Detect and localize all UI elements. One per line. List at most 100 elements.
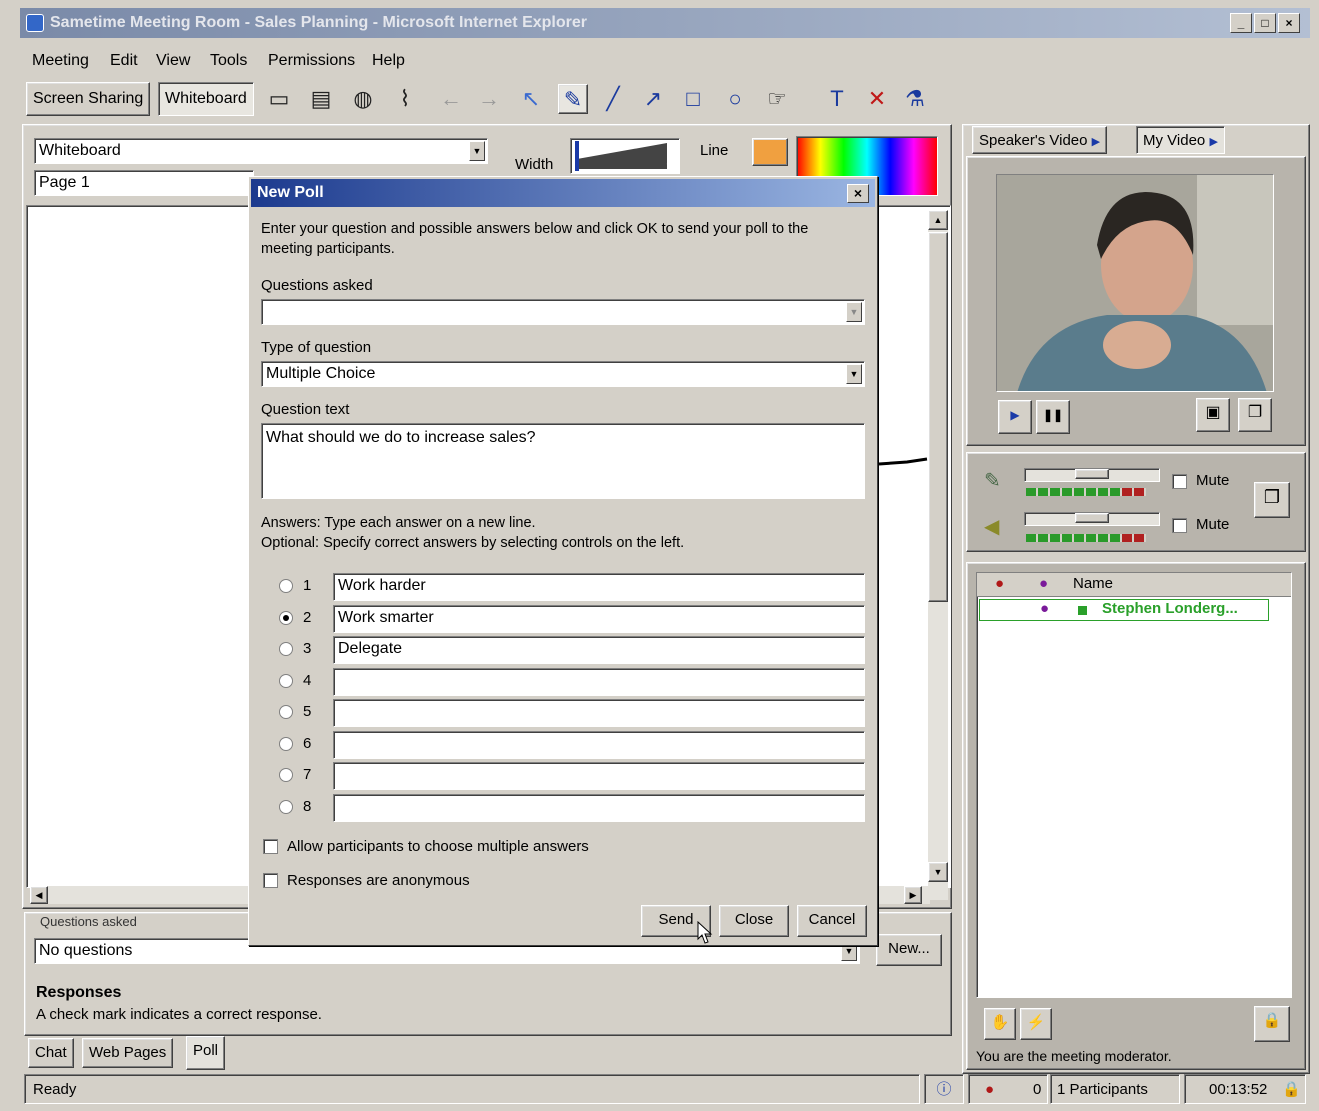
delete-icon[interactable]: ✕ xyxy=(862,84,892,114)
audio-wizard-icon[interactable]: ❐ xyxy=(1254,482,1290,518)
forward-arrow-icon[interactable]: → xyxy=(474,84,504,114)
answer-7-radio[interactable] xyxy=(279,768,293,782)
mute-all-icon[interactable]: ⚡ xyxy=(1020,1008,1052,1040)
tab-my-video[interactable]: My Video ▶ xyxy=(1136,126,1225,154)
menu-bar: Meeting Edit View Tools Permissions Help xyxy=(20,46,1310,76)
page-layout-icon[interactable]: ▤ xyxy=(306,84,336,114)
speaker-mute-checkbox[interactable] xyxy=(1172,518,1187,533)
raise-hand-button[interactable]: ✋ xyxy=(984,1008,1016,1040)
close-icon[interactable]: × xyxy=(847,184,869,203)
pause-button[interactable]: ❚❚ xyxy=(1036,400,1070,434)
mouse-cursor-icon xyxy=(697,921,713,944)
menu-help[interactable]: Help xyxy=(372,52,405,70)
scroll-up-icon[interactable]: ▲ xyxy=(928,210,948,230)
status-icon xyxy=(1078,606,1087,615)
minimize-button[interactable]: _ xyxy=(1230,13,1252,33)
menu-meeting[interactable]: Meeting xyxy=(32,52,89,70)
undock-video-icon[interactable]: ❐ xyxy=(1238,398,1272,432)
answer-2-input[interactable]: Work smarter xyxy=(333,604,865,633)
tab-speakers-video[interactable]: Speaker's Video ▶ xyxy=(972,126,1108,154)
answer-4-input[interactable] xyxy=(333,667,865,696)
answer-number: 6 xyxy=(303,734,312,752)
participant-row[interactable]: ● Stephen Londerg... xyxy=(979,599,1269,621)
vertical-scrollbar[interactable]: ▲ ▼ xyxy=(928,210,948,900)
globe-icon[interactable]: ◍ xyxy=(348,84,378,114)
close-window-button[interactable]: × xyxy=(1278,13,1300,33)
scroll-right-icon[interactable]: ▶ xyxy=(904,886,922,904)
tab-chat[interactable]: Chat xyxy=(28,1038,74,1068)
answer-1-input[interactable]: Work harder xyxy=(333,573,865,601)
scroll-down-icon[interactable]: ▼ xyxy=(928,862,948,882)
tab-web-pages[interactable]: Web Pages xyxy=(82,1038,174,1068)
answer-8-input[interactable] xyxy=(333,793,865,822)
mic-volume-slider[interactable] xyxy=(1024,468,1160,482)
whiteboard-mode-select[interactable]: Whiteboard ▼ xyxy=(34,138,488,164)
whiteboard-tab[interactable]: Whiteboard xyxy=(158,82,254,116)
answer-4-radio[interactable] xyxy=(279,673,293,688)
new-page-icon[interactable]: ▭ xyxy=(264,84,294,114)
maximize-button[interactable]: □ xyxy=(1254,13,1276,33)
participants-list[interactable]: ● ● Name ● Stephen Londerg... xyxy=(976,572,1292,998)
question-type-select[interactable]: Multiple Choice ▼ xyxy=(261,361,865,387)
answer-6-input[interactable] xyxy=(333,730,865,759)
video-settings-icon[interactable]: ▣ xyxy=(1196,398,1230,432)
menu-view[interactable]: View xyxy=(156,52,190,70)
pen-icon[interactable]: ✎ xyxy=(558,84,588,114)
answer-number: 8 xyxy=(303,797,312,815)
slider-thumb[interactable] xyxy=(1075,513,1109,523)
page-select[interactable]: Page 1 xyxy=(34,170,254,196)
arrow-icon[interactable]: ↗ xyxy=(638,84,668,114)
shapes-icon[interactable]: ⚗ xyxy=(900,84,930,114)
answer-2-radio[interactable] xyxy=(279,610,293,625)
scroll-thumb[interactable] xyxy=(928,232,948,602)
answer-1-radio[interactable] xyxy=(279,579,293,593)
chevron-down-icon[interactable]: ▼ xyxy=(846,364,862,384)
chevron-down-icon[interactable]: ▼ xyxy=(846,302,862,322)
hand-raise-icon: ● xyxy=(995,575,1005,592)
attach-icon[interactable]: ⌇ xyxy=(390,84,420,114)
screen-sharing-tab[interactable]: Screen Sharing xyxy=(26,82,151,116)
answer-7-input[interactable] xyxy=(333,762,865,790)
mic-mute-checkbox[interactable] xyxy=(1172,474,1187,489)
question-text-area[interactable]: What should we do to increase sales? xyxy=(261,423,865,499)
questions-asked-select[interactable]: ▼ xyxy=(261,299,865,325)
answer-5-input[interactable] xyxy=(333,699,865,727)
allow-multiple-checkbox[interactable] xyxy=(263,839,278,854)
answer-3-radio[interactable] xyxy=(279,642,293,656)
new-poll-button[interactable]: New... xyxy=(876,934,942,966)
line-color-swatch[interactable] xyxy=(752,138,788,166)
pointer-icon[interactable]: ↖ xyxy=(516,84,546,114)
person-icon: ● xyxy=(1039,575,1049,592)
play-button[interactable]: ▶ xyxy=(998,400,1032,434)
answer-6-radio[interactable] xyxy=(279,736,293,751)
scroll-left-icon[interactable]: ◀ xyxy=(30,886,48,904)
menu-edit[interactable]: Edit xyxy=(110,52,138,70)
ellipse-icon[interactable]: ○ xyxy=(720,84,750,114)
speaker-volume-slider[interactable] xyxy=(1024,512,1160,526)
invite-icon[interactable]: 🔒 xyxy=(1254,1006,1290,1042)
rectangle-icon[interactable]: □ xyxy=(678,84,708,114)
menu-permissions[interactable]: Permissions xyxy=(268,52,355,70)
hand-pointer-icon[interactable]: ☞ xyxy=(762,84,792,114)
anonymous-checkbox[interactable] xyxy=(263,873,278,888)
answers-instructions: Answers: Type each answer on a new line. xyxy=(261,515,536,531)
text-icon[interactable]: T xyxy=(822,84,852,114)
back-arrow-icon[interactable]: ← xyxy=(436,84,466,114)
webcam-image xyxy=(997,175,1273,391)
poll-questions-label: Questions asked xyxy=(40,914,137,929)
answer-5-radio[interactable] xyxy=(279,705,293,719)
line-icon[interactable]: ╱ xyxy=(598,84,628,114)
answer-3-input[interactable]: Delegate xyxy=(333,636,865,664)
chevron-down-icon[interactable]: ▼ xyxy=(469,141,485,161)
info-icon[interactable]: ⓘ xyxy=(924,1074,964,1104)
cancel-button[interactable]: Cancel xyxy=(797,905,867,937)
mic-level-meter xyxy=(1026,488,1146,496)
tab-poll[interactable]: Poll xyxy=(186,1036,226,1070)
close-button[interactable]: Close xyxy=(719,905,789,937)
menu-tools[interactable]: Tools xyxy=(210,52,247,70)
answer-8-radio[interactable] xyxy=(279,799,293,814)
width-slider[interactable]: 3 xyxy=(570,138,680,174)
window-title-bar: Sametime Meeting Room - Sales Planning -… xyxy=(20,8,1310,38)
slider-thumb[interactable] xyxy=(1075,469,1109,479)
name-column-header[interactable]: Name xyxy=(1073,575,1113,592)
